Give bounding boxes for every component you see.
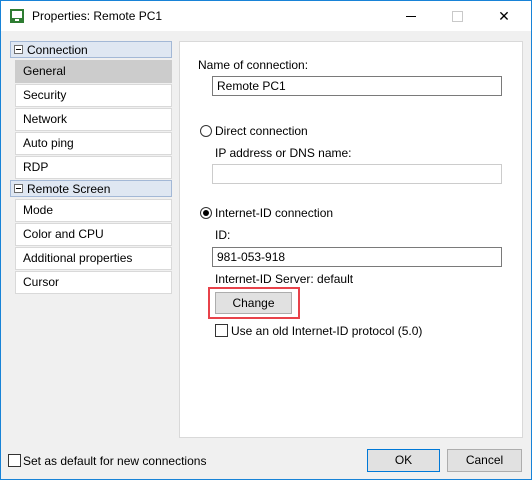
set-default-label[interactable]: Set as default for new connections [23, 454, 206, 468]
close-icon: ✕ [498, 7, 510, 24]
nav-item-mode[interactable]: Mode [15, 199, 172, 222]
change-server-button[interactable]: Change [215, 292, 292, 314]
nav-item-network[interactable]: Network [15, 108, 172, 131]
window-title: Properties: Remote PC1 [32, 9, 163, 23]
nav-item-rdp[interactable]: RDP [15, 156, 172, 179]
nav-group-remote-screen[interactable]: Remote Screen [10, 180, 172, 197]
title-bar: Properties: Remote PC1 ✕ [1, 1, 531, 31]
close-button[interactable]: ✕ [481, 1, 527, 31]
collapse-icon[interactable] [14, 184, 23, 193]
minimize-button[interactable] [388, 1, 434, 31]
nav-item-general[interactable]: General [15, 60, 172, 83]
properties-dialog: Properties: Remote PC1 ✕ Connection Gene… [0, 0, 532, 480]
direct-connection-radio[interactable] [200, 125, 212, 137]
old-protocol-label[interactable]: Use an old Internet-ID protocol (5.0) [231, 324, 422, 338]
connection-name-input[interactable]: Remote PC1 [212, 76, 502, 96]
direct-connection-label[interactable]: Direct connection [215, 124, 308, 138]
cancel-button[interactable]: Cancel [447, 449, 522, 472]
nav-group-label: Remote Screen [27, 181, 111, 196]
set-default-checkbox[interactable] [8, 454, 21, 467]
connection-name-label: Name of connection: [198, 58, 309, 72]
ip-address-input[interactable] [212, 164, 502, 184]
ok-button[interactable]: OK [367, 449, 440, 472]
old-protocol-checkbox[interactable] [215, 324, 228, 337]
maximize-icon [451, 10, 463, 22]
collapse-icon[interactable] [14, 45, 23, 54]
app-icon [10, 9, 24, 23]
nav-item-security[interactable]: Security [15, 84, 172, 107]
nav-group-connection[interactable]: Connection [10, 41, 172, 58]
nav-item-color-and-cpu[interactable]: Color and CPU [15, 223, 172, 246]
nav-item-cursor[interactable]: Cursor [15, 271, 172, 294]
general-settings-panel: Name of connection: Remote PC1 Direct co… [179, 41, 523, 438]
nav-group-label: Connection [27, 42, 88, 57]
id-label: ID: [215, 228, 231, 242]
internet-id-input[interactable]: 981-053-918 [212, 247, 502, 267]
internet-id-server-label: Internet-ID Server: default [215, 272, 354, 286]
nav-item-additional-properties[interactable]: Additional properties [15, 247, 172, 270]
internet-id-connection-label[interactable]: Internet-ID connection [215, 206, 333, 220]
nav-item-auto-ping[interactable]: Auto ping [15, 132, 172, 155]
maximize-button[interactable] [434, 1, 480, 31]
internet-id-connection-radio[interactable] [200, 207, 212, 219]
minimize-icon [406, 15, 416, 17]
ip-address-label: IP address or DNS name: [215, 146, 352, 160]
